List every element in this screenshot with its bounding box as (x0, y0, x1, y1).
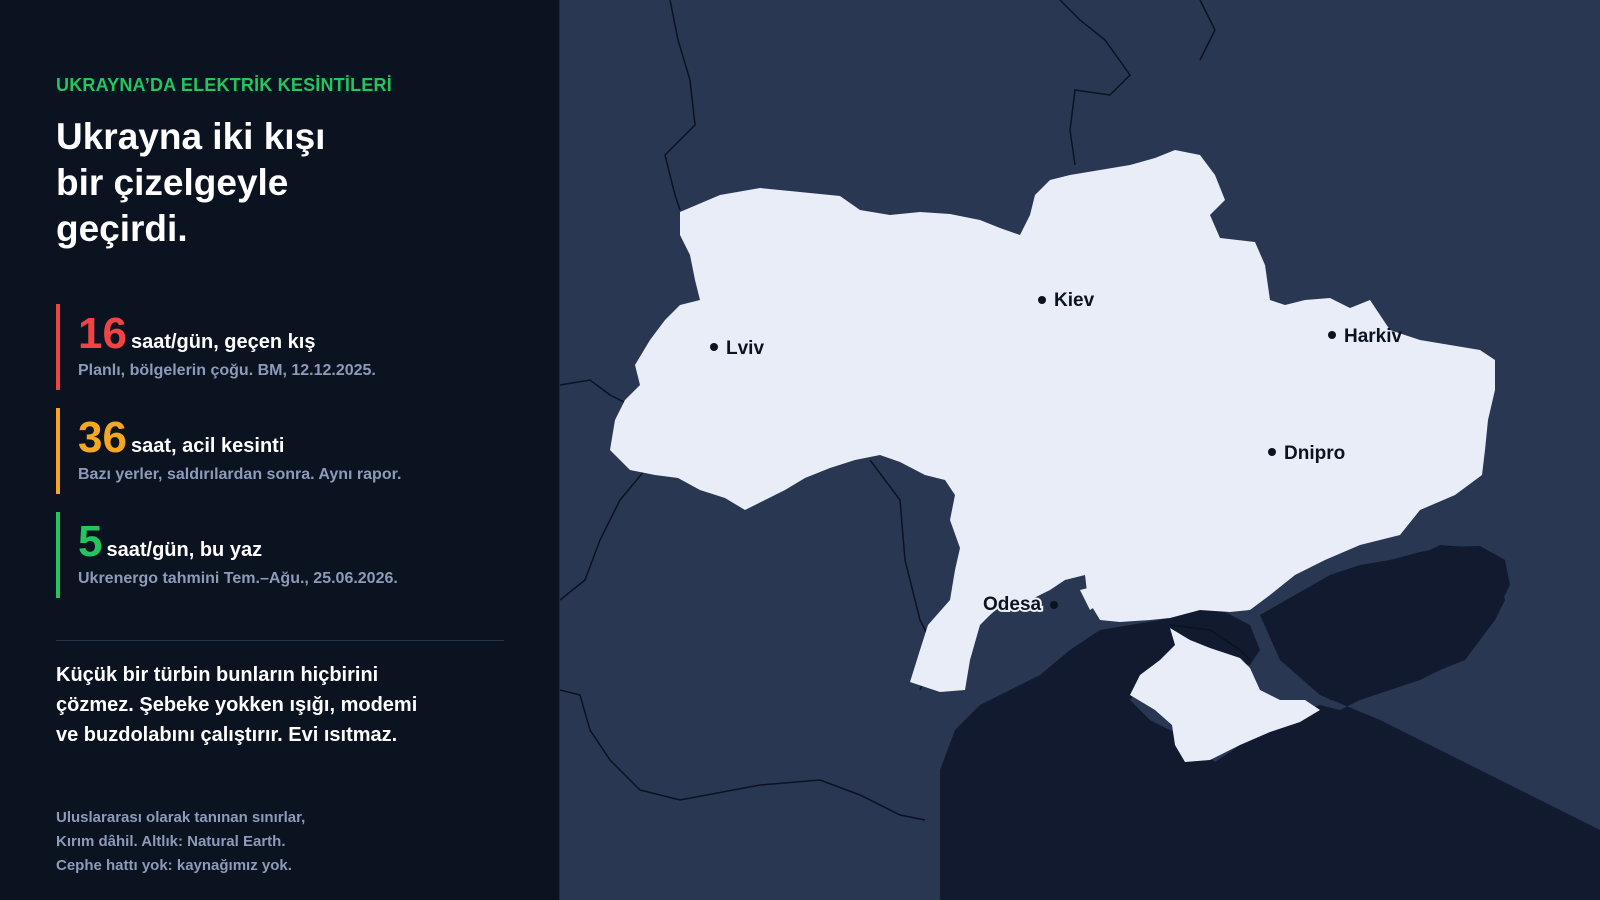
ukraine-map: Kiev Lviv Harkiv Dnipro Odesa (560, 0, 1600, 900)
info-panel: UKRAYNA’DA ELEKTRİK KESİNTİLERİ Ukrayna … (0, 0, 559, 900)
stat-number: 36 (78, 413, 127, 462)
stat-note: Bazı yerler, saldırılardan sonra. Aynı r… (78, 466, 402, 483)
stat-emergency: 36 saat, acil kesinti Bazı yerler, saldır… (56, 408, 516, 494)
stat-last-winter: 16 saat/gün, geçen kış Planlı, bölgelerin… (56, 304, 516, 390)
stat-this-summer: 5 saat/gün, bu yaz Ukrenergo tahmini Tem.… (56, 512, 516, 598)
headline-line: bir çizelgeyle (56, 162, 289, 203)
city-marker (1038, 296, 1046, 304)
city-marker (1050, 601, 1058, 609)
city-label-dnipro: Dnipro (1284, 443, 1345, 464)
stat-number: 5 (78, 517, 103, 566)
headline-line: geçirdi. (56, 208, 188, 249)
city-label-lviv: Lviv (726, 338, 764, 359)
footnote-line: Kırım dâhil. Altlık: Natural Earth. (56, 833, 286, 850)
kicker: UKRAYNA’DA ELEKTRİK KESİNTİLERİ (56, 75, 392, 95)
map-svg: Kiev Lviv Harkiv Dnipro Odesa (560, 0, 1600, 900)
city-marker (710, 343, 718, 351)
city-label-harkiv: Harkiv (1344, 326, 1403, 347)
city-label-kiev: Kiev (1054, 290, 1095, 311)
body-text: Küçük bir türbin bunların hiçbirini çözm… (56, 664, 418, 746)
city-label-odesa: Odesa (983, 594, 1042, 615)
stat-note: Planlı, bölgelerin çoğu. BM, 12.12.2025. (78, 362, 376, 379)
footnote-line: Cephe hattı yok: kaynağımız yok. (56, 857, 292, 874)
stat-number: 16 (78, 309, 127, 358)
stat-unit: saat/gün, geçen kış (130, 331, 316, 353)
footnote-line: Uluslararası olarak tanınan sınırlar, (56, 809, 306, 826)
city-marker (1328, 331, 1336, 339)
footnote: Uluslararası olarak tanınan sınırlar, Kı… (56, 806, 356, 878)
city-marker (1268, 448, 1276, 456)
stat-unit: saat/gün, bu yaz (106, 539, 263, 561)
divider-rule (56, 640, 504, 641)
stat-unit: saat, acil kesinti (130, 435, 285, 457)
city-odesa: Odesa (981, 592, 1058, 617)
stat-note: Ukrenergo tahmini Tem.–Ağu., 25.06.2026. (78, 570, 398, 587)
headline: Ukrayna iki kışı bir çizelgeyle geçirdi. (56, 114, 476, 252)
headline-line: Ukrayna iki kışı (56, 116, 326, 157)
